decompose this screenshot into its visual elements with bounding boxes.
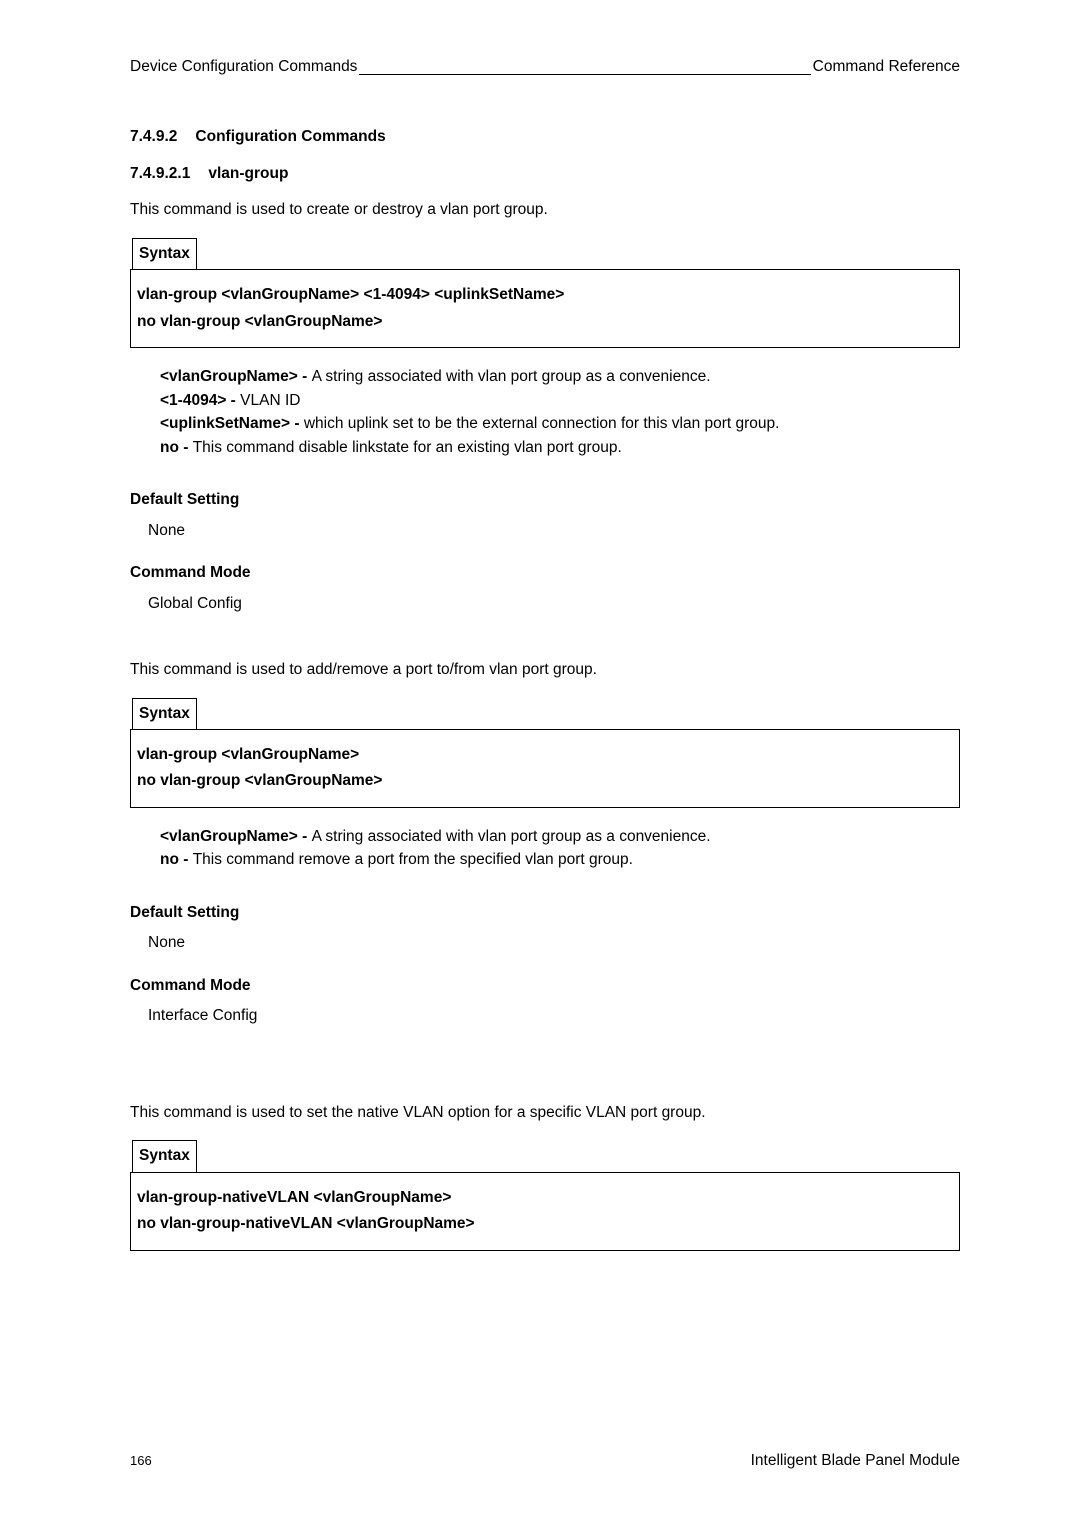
header-left: Device Configuration Commands	[130, 56, 357, 78]
param-name: no -	[160, 851, 193, 868]
syntax-block: Syntax vlan-group-nativeVLAN <vlanGroupN…	[130, 1140, 960, 1250]
param-desc: This command remove a port from the spec…	[193, 851, 633, 868]
syntax-line: vlan-group <vlanGroupName> <1-4094> <upl…	[137, 284, 953, 306]
command-mode-value: Interface Config	[148, 1005, 960, 1027]
default-setting-value: None	[148, 932, 960, 954]
syntax-body: vlan-group <vlanGroupName> <1-4094> <upl…	[130, 269, 960, 348]
param-desc: A string associated with vlan port group…	[312, 828, 711, 845]
section-number: 7.4.9.2	[130, 126, 177, 148]
syntax-body: vlan-group <vlanGroupName> no vlan-group…	[130, 729, 960, 808]
parameter-description: <vlanGroupName> - A string associated wi…	[160, 826, 960, 872]
section-title: Configuration Commands	[195, 128, 385, 145]
section-heading-config-commands: 7.4.9.2 Configuration Commands	[130, 126, 960, 148]
syntax-label: Syntax	[132, 1140, 197, 1171]
syntax-label: Syntax	[132, 238, 197, 269]
syntax-body: vlan-group-nativeVLAN <vlanGroupName> no…	[130, 1172, 960, 1251]
footer-doc-title: Intelligent Blade Panel Module	[751, 1450, 960, 1472]
param-name: <vlanGroupName> -	[160, 368, 312, 385]
param-name: <uplinkSetName> -	[160, 415, 304, 432]
default-setting-value: None	[148, 520, 960, 542]
intro-paragraph: This command is used to create or destro…	[130, 199, 960, 221]
section-title: vlan-group	[208, 165, 288, 182]
intro-paragraph: This command is used to set the native V…	[130, 1102, 960, 1124]
syntax-line: no vlan-group-nativeVLAN <vlanGroupName>	[137, 1213, 953, 1235]
syntax-block: Syntax vlan-group <vlanGroupName> <1-409…	[130, 238, 960, 348]
param-desc: A string associated with vlan port group…	[312, 368, 711, 385]
command-mode-heading: Command Mode	[130, 562, 960, 584]
syntax-block: Syntax vlan-group <vlanGroupName> no vla…	[130, 698, 960, 808]
command-mode-value: Global Config	[148, 593, 960, 615]
page-number: 166	[130, 1452, 152, 1471]
intro-paragraph: This command is used to add/remove a por…	[130, 659, 960, 681]
page-footer: 166 Intelligent Blade Panel Module	[130, 1450, 960, 1472]
page-header: Device Configuration Commands Command Re…	[130, 56, 960, 78]
section-number: 7.4.9.2.1	[130, 163, 190, 185]
default-setting-heading: Default Setting	[130, 489, 960, 511]
header-underline	[359, 74, 810, 75]
param-desc: This command disable linkstate for an ex…	[193, 439, 622, 456]
command-mode-heading: Command Mode	[130, 975, 960, 997]
default-setting-heading: Default Setting	[130, 902, 960, 924]
section-heading-vlan-group: 7.4.9.2.1 vlan-group	[130, 163, 960, 185]
parameter-description: <vlanGroupName> - A string associated wi…	[160, 366, 960, 459]
param-desc: which uplink set to be the external conn…	[304, 415, 780, 432]
param-name: <vlanGroupName> -	[160, 828, 312, 845]
param-name: no -	[160, 439, 193, 456]
syntax-line: vlan-group-nativeVLAN <vlanGroupName>	[137, 1187, 953, 1209]
param-desc: VLAN ID	[240, 392, 300, 409]
syntax-line: no vlan-group <vlanGroupName>	[137, 770, 953, 792]
syntax-line: vlan-group <vlanGroupName>	[137, 744, 953, 766]
header-right: Command Reference	[813, 56, 960, 78]
param-name: <1-4094> -	[160, 392, 240, 409]
syntax-line: no vlan-group <vlanGroupName>	[137, 311, 953, 333]
syntax-label: Syntax	[132, 698, 197, 729]
